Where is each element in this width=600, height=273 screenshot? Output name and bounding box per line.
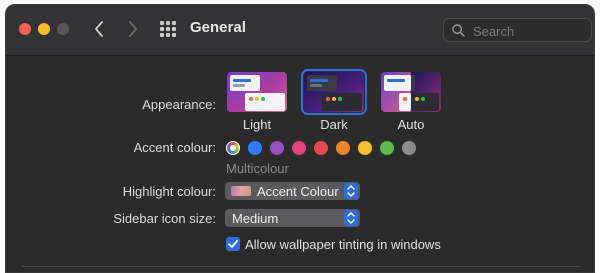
accent-selected-name: Multicolour bbox=[226, 161, 289, 176]
wallpaper-tinting-label[interactable]: Allow wallpaper tinting in windows bbox=[245, 237, 441, 252]
accent-yellow-swatch[interactable] bbox=[358, 141, 372, 155]
search-input[interactable] bbox=[471, 21, 585, 41]
appearance-dark-thumbnail[interactable] bbox=[301, 69, 367, 115]
accent-blue-swatch[interactable] bbox=[248, 141, 262, 155]
accent-red-swatch[interactable] bbox=[314, 141, 328, 155]
title-bar: General bbox=[6, 5, 594, 56]
highlight-colour-swatch bbox=[231, 186, 251, 196]
sidebar-icon-size-label: Sidebar icon size: bbox=[113, 211, 216, 226]
accent-graphite-swatch[interactable] bbox=[402, 141, 416, 155]
sidebar-icon-size-value: Medium bbox=[232, 211, 279, 226]
checkmark-icon bbox=[228, 240, 238, 248]
window-title: General bbox=[190, 19, 246, 36]
chevron-right-icon bbox=[129, 21, 137, 37]
appearance-label: Appearance: bbox=[142, 97, 216, 112]
system-preferences-window: General Appearance: bbox=[5, 4, 595, 273]
accent-purple-swatch[interactable] bbox=[270, 141, 284, 155]
popup-stepper-icon bbox=[344, 183, 358, 199]
show-all-grid-icon[interactable] bbox=[160, 21, 176, 37]
back-button[interactable] bbox=[88, 18, 110, 40]
appearance-auto-thumbnail[interactable] bbox=[381, 72, 441, 112]
appearance-dark-label: Dark bbox=[320, 117, 348, 132]
popup-stepper-icon bbox=[344, 210, 358, 226]
close-window-button[interactable] bbox=[19, 23, 31, 35]
accent-multicolour-swatch[interactable] bbox=[226, 141, 240, 155]
appearance-light-thumbnail[interactable] bbox=[227, 72, 287, 112]
magnifier-icon bbox=[452, 24, 465, 37]
chevron-left-icon bbox=[95, 21, 103, 37]
highlight-colour-popup[interactable]: Accent Colour bbox=[225, 182, 360, 200]
accent-green-swatch[interactable] bbox=[380, 141, 394, 155]
accent-pink-swatch[interactable] bbox=[292, 141, 306, 155]
section-divider bbox=[22, 266, 580, 267]
minimize-window-button[interactable] bbox=[38, 23, 50, 35]
forward-button[interactable] bbox=[122, 18, 144, 40]
sidebar-icon-size-popup[interactable]: Medium bbox=[225, 209, 360, 227]
search-field[interactable] bbox=[443, 18, 592, 42]
highlight-colour-label: Highlight colour: bbox=[122, 184, 216, 199]
appearance-light-label: Light bbox=[242, 117, 272, 132]
accent-colour-label: Accent colour: bbox=[133, 140, 216, 155]
zoom-window-button[interactable] bbox=[57, 23, 69, 35]
accent-orange-swatch[interactable] bbox=[336, 141, 350, 155]
highlight-colour-value: Accent Colour bbox=[257, 184, 339, 199]
wallpaper-tinting-checkbox[interactable] bbox=[226, 237, 240, 251]
appearance-auto-label: Auto bbox=[397, 117, 425, 132]
